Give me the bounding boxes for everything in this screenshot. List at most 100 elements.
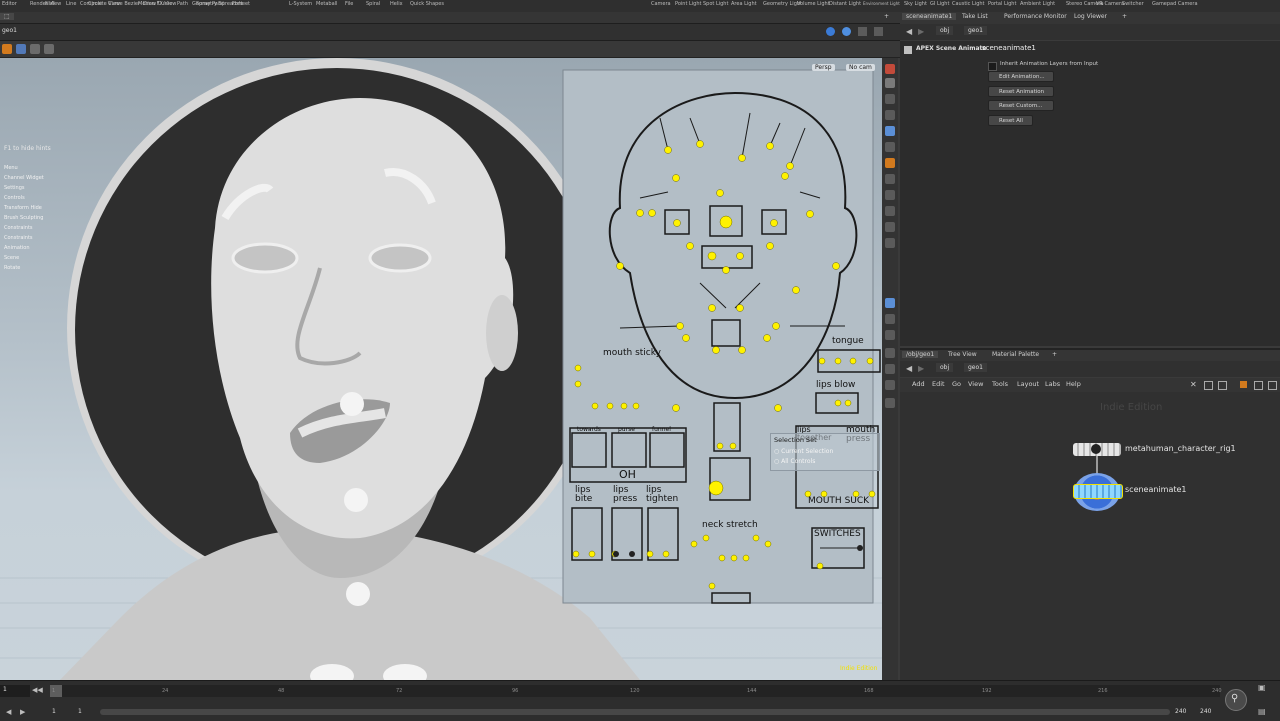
tab-tree-view[interactable]: Tree View xyxy=(944,351,981,358)
menu-help[interactable]: Help xyxy=(1066,380,1081,388)
shelf-switcher[interactable]: Switcher xyxy=(1122,1,1144,7)
shelf-area-light[interactable]: Area Light xyxy=(731,1,757,7)
reset-all-button[interactable]: Reset All xyxy=(988,115,1033,126)
shelf-tool-font[interactable]: Font xyxy=(232,1,243,7)
display-points-icon[interactable] xyxy=(885,64,895,74)
timeline-bar[interactable]: 1 24 48 72 96 120 144 168 192 216 240 xyxy=(50,685,1222,697)
range-end-icon[interactable]: ▶ xyxy=(20,708,25,716)
shelf-tab-editor[interactable]: Editor xyxy=(2,1,17,7)
all-controls-option[interactable]: ○ All Controls xyxy=(774,458,815,465)
shelf-tool-path[interactable]: Path xyxy=(177,1,188,7)
tool-icon[interactable]: ✕ xyxy=(1190,380,1197,389)
wireframe-icon[interactable] xyxy=(885,174,895,184)
back-arrow-icon[interactable]: ◀ xyxy=(906,27,912,36)
snap-icon[interactable] xyxy=(885,126,895,136)
range-end2-field[interactable]: 240 xyxy=(1200,708,1211,715)
shelf-portal-light[interactable]: Portal Light xyxy=(988,1,1016,7)
play-reverse-icon[interactable]: ◀◀ xyxy=(32,686,43,694)
normals-icon[interactable] xyxy=(885,190,895,200)
camera-safe-icon[interactable] xyxy=(885,238,895,248)
layout-icon[interactable] xyxy=(1240,381,1247,388)
menu-tools[interactable]: Tools xyxy=(992,380,1008,388)
current-frame-field[interactable]: 1 xyxy=(3,686,7,693)
tab-obj-geo1[interactable]: /obj/geo1 xyxy=(902,351,939,358)
menu-go[interactable]: Go xyxy=(952,380,961,388)
shelf-gi-light[interactable]: GI Light xyxy=(930,1,949,7)
shelf-tool-curve-bezier[interactable]: Curve Bezier xyxy=(108,1,140,7)
render-icon[interactable] xyxy=(885,398,895,408)
reset-animation-button[interactable]: Reset Animation xyxy=(988,86,1054,97)
camera-icon[interactable] xyxy=(826,27,835,36)
display-icon[interactable] xyxy=(842,27,851,36)
tab-take-list[interactable]: Take List xyxy=(958,13,992,20)
tab-material-palette[interactable]: Material Palette xyxy=(988,351,1043,358)
node-metahuman-rig[interactable] xyxy=(1073,443,1121,456)
shelf-tool-draw-curve[interactable]: Draw Curve xyxy=(143,1,172,7)
flag-icon[interactable] xyxy=(1254,381,1263,390)
select-tool-icon[interactable] xyxy=(2,44,12,54)
snapshot-icon[interactable] xyxy=(874,27,883,36)
tab-scene-view[interactable]: ⬚ xyxy=(0,13,14,20)
network-nav-obj[interactable]: obj xyxy=(936,363,954,372)
inherit-checkbox[interactable] xyxy=(988,62,997,71)
origin-icon[interactable] xyxy=(885,364,895,374)
forward-arrow-icon[interactable]: ▶ xyxy=(918,27,924,36)
view-tool-icon[interactable] xyxy=(44,44,54,54)
range-slider[interactable] xyxy=(100,709,1170,715)
pose-icon[interactable] xyxy=(885,298,895,308)
network-editor[interactable]: Indie Edition metahuman_character_rig1 s… xyxy=(900,392,1280,680)
shelf-spot-light[interactable]: Spot Light xyxy=(703,1,728,7)
shelf-environment-light[interactable]: Environment Light xyxy=(863,1,900,6)
nav-geo[interactable]: geo1 xyxy=(964,26,987,35)
lighting-icon[interactable] xyxy=(885,78,895,88)
network-nav-geo[interactable]: geo1 xyxy=(964,363,987,372)
node-label-metahuman[interactable]: metahuman_character_rig1 xyxy=(1125,444,1236,453)
shelf-distant-light[interactable]: Distant Light xyxy=(829,1,861,7)
tab-add-pane-2[interactable]: + xyxy=(1048,351,1061,358)
guides-icon[interactable] xyxy=(885,206,895,216)
pin-icon[interactable] xyxy=(885,330,895,340)
shelf-camera[interactable]: Camera xyxy=(651,1,671,7)
nav-obj[interactable]: obj xyxy=(936,26,954,35)
key-filter-icon[interactable]: ▣ xyxy=(1258,683,1266,692)
reset-custom-button[interactable]: Reset Custom... xyxy=(988,100,1054,111)
menu-labs[interactable]: Labs xyxy=(1045,380,1060,388)
audio-icon[interactable]: ▤ xyxy=(1258,707,1266,716)
edit-animation-button[interactable]: Edit Animation... xyxy=(988,71,1054,82)
shelf-tool-spiral[interactable]: Spiral xyxy=(366,1,380,7)
shelf-gamepad-camera[interactable]: Gamepad Camera xyxy=(1152,1,1198,7)
menu-layout[interactable]: Layout xyxy=(1017,380,1039,388)
shelf-tool-spray-paint[interactable]: Spray Paint xyxy=(196,1,224,7)
menu-add[interactable]: Add xyxy=(912,380,925,388)
tab-sceneanimate1[interactable]: sceneanimate1 xyxy=(902,13,957,20)
tab-add-pane[interactable]: + xyxy=(1118,13,1131,20)
shelf-tool-helix[interactable]: Helix xyxy=(390,1,403,7)
shading-icon[interactable] xyxy=(885,94,895,104)
grid-view-icon[interactable] xyxy=(1204,381,1213,390)
range-end-field[interactable]: 240 xyxy=(1175,708,1186,715)
network-back-icon[interactable]: ◀ xyxy=(906,364,912,373)
current-selection-option[interactable]: ○ Current Selection xyxy=(774,448,833,455)
info-icon[interactable] xyxy=(1268,381,1277,390)
shelf-tool-lsystem[interactable]: L-System xyxy=(289,1,312,7)
node-label-sceneanimate[interactable]: sceneanimate1 xyxy=(1125,485,1187,494)
template-icon[interactable] xyxy=(885,142,895,152)
shelf-vr-camera[interactable]: VR Camera xyxy=(1096,1,1124,7)
list-view-icon[interactable] xyxy=(1218,381,1227,390)
grid-icon[interactable] xyxy=(885,380,895,390)
view-icon[interactable] xyxy=(858,27,867,36)
shelf-volume-light[interactable]: Volume Light xyxy=(797,1,830,7)
visibility-icon[interactable] xyxy=(885,158,895,168)
node-name-field[interactable]: sceneanimate1 xyxy=(982,44,1036,52)
network-forward-icon[interactable]: ▶ xyxy=(918,364,924,373)
tab-performance-monitor[interactable]: Performance Monitor xyxy=(1000,13,1071,20)
shelf-tool-metaball[interactable]: Metaball xyxy=(316,1,337,7)
handle-tool-icon[interactable] xyxy=(30,44,40,54)
shelf-point-light[interactable]: Point Light xyxy=(675,1,701,7)
shelf-caustic-light[interactable]: Caustic Light xyxy=(952,1,985,7)
move-tool-icon[interactable] xyxy=(16,44,26,54)
cam-menu[interactable]: No cam xyxy=(846,64,875,71)
range-start-icon[interactable]: ◀ xyxy=(6,708,11,716)
scene-viewport[interactable]: Persp No cam mouth sticky tongue lips bl… xyxy=(0,58,882,680)
range-start2-field[interactable]: 1 xyxy=(78,708,82,715)
